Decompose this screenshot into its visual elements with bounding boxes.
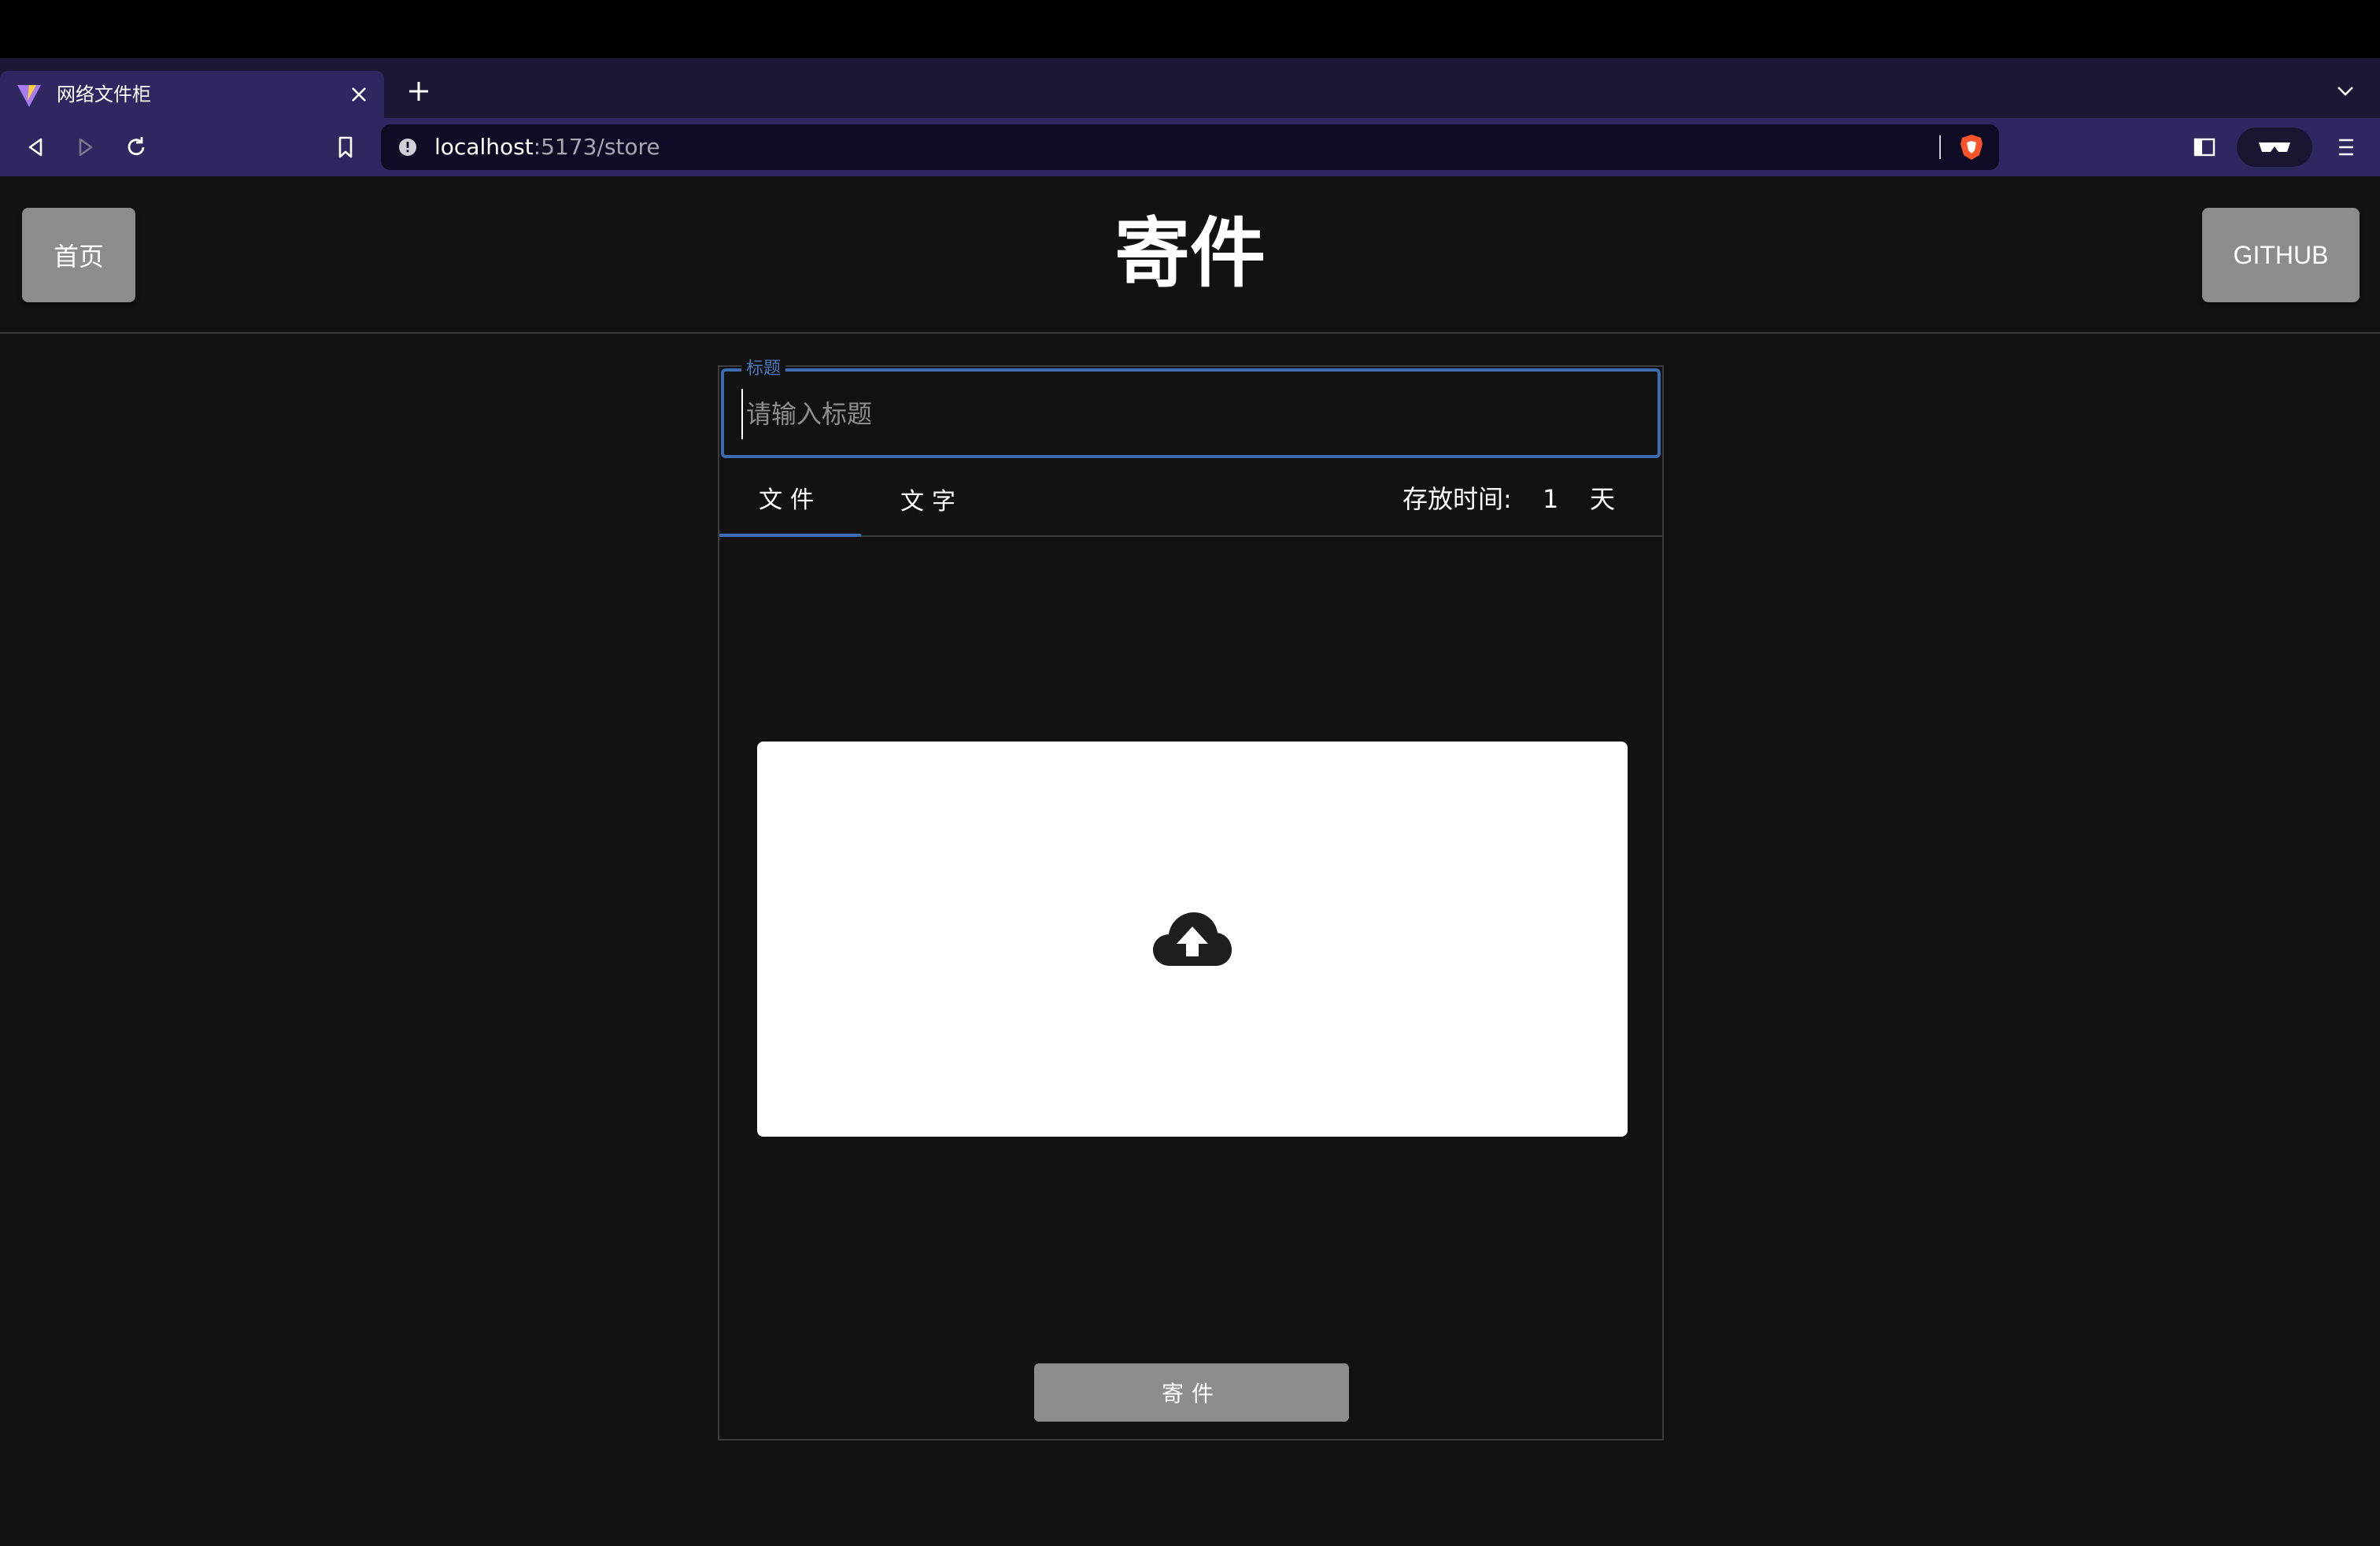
close-icon[interactable] [345, 80, 373, 109]
github-button[interactable]: GITHUB [2202, 208, 2360, 302]
back-icon[interactable] [17, 129, 54, 165]
title-field-label: 标题 [741, 359, 786, 379]
forward-icon[interactable] [68, 129, 104, 165]
address-bar-divider [1939, 135, 1941, 159]
title-field[interactable]: 标题 [721, 359, 1661, 458]
cloud-upload-icon [1153, 912, 1232, 966]
url-host: localhost [434, 134, 534, 160]
content-type-tabs: 文件 文字 存放时间: 天 [719, 461, 1662, 537]
send-form-card: 标题 文件 文字 存放时间: 天 寄件 [718, 359, 1664, 1441]
vpn-glasses-icon[interactable] [2237, 128, 2312, 167]
browser-toolbar: localhost:5173/store [0, 118, 2380, 176]
bookmark-icon[interactable] [327, 129, 364, 165]
plus-icon[interactable] [401, 74, 436, 109]
url-text[interactable]: localhost:5173/store [434, 134, 660, 161]
send-button[interactable]: 寄件 [1034, 1363, 1349, 1422]
file-upload-dropzone[interactable] [757, 742, 1628, 1137]
address-bar[interactable]: localhost:5173/store [381, 124, 1999, 170]
sidebar-icon[interactable] [2186, 129, 2223, 165]
browser-tab-active[interactable]: 网络文件柜 [0, 71, 384, 118]
chevron-down-icon[interactable] [2330, 76, 2361, 107]
window-titlebar [0, 0, 2380, 58]
title-input[interactable] [741, 389, 1639, 439]
tab-text[interactable]: 文字 [861, 461, 1003, 537]
reload-icon[interactable] [118, 129, 154, 165]
info-icon[interactable] [398, 138, 417, 157]
home-button[interactable]: 首页 [22, 208, 135, 302]
brave-shield-icon[interactable] [1958, 133, 1985, 161]
expiry-label: 存放时间: [1402, 484, 1512, 514]
page-title: 寄件 [1114, 209, 1266, 298]
url-path: :5173/store [533, 134, 660, 160]
vite-logo-icon [17, 85, 41, 107]
page-content: 首页 寄件 GITHUB 标题 文件 文字 存放时间: 天 寄件 [0, 176, 2380, 1546]
tab-title: 网络文件柜 [57, 83, 151, 105]
expiry-unit: 天 [1590, 484, 1616, 514]
tab-strip: 网络文件柜 [0, 58, 2380, 118]
hamburger-menu-icon[interactable] [2328, 129, 2364, 165]
app-header: 首页 寄件 GITHUB [0, 176, 2380, 334]
tab-file[interactable]: 文件 [719, 461, 861, 537]
